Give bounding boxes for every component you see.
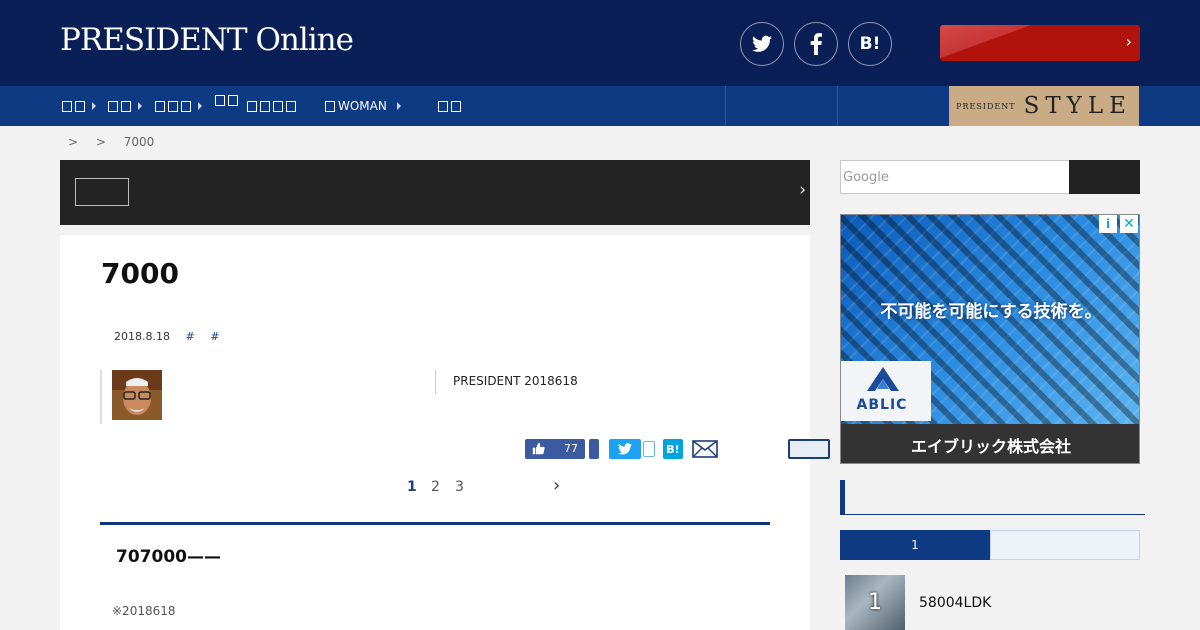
article-lead: 707000—— [116,547,221,567]
article-tag[interactable]: # [185,330,194,343]
twitter-icon [618,443,632,455]
nav-glyph [325,100,335,112]
chevron-right-icon: › [1125,32,1132,51]
chevron-right-icon[interactable]: › [799,180,806,200]
article-date: 2018.8.18 [114,330,170,343]
nav-glyph [181,100,191,112]
nav-glyph [215,94,225,106]
ad-close-icon[interactable]: ✕ [1120,215,1138,233]
ranking-tab-active[interactable]: 1 [840,530,990,560]
nav-glyph [451,100,461,112]
nav-glyph [155,100,165,112]
nav-item-5[interactable] [247,86,299,126]
nav-glyph [260,100,270,112]
nav-glyph [286,100,296,112]
nav-item-3[interactable] [155,86,202,126]
tweet-count-bubble [643,441,655,457]
nav-glyph [273,100,283,112]
hatena-bookmark-icon: B! [666,442,680,456]
nav-item-7[interactable] [438,86,464,126]
sidebar-ad[interactable]: 不可能を可能にする技術を。 ABLIC エイブリック株式会社 i ✕ [840,214,1140,464]
print-button[interactable] [788,439,830,459]
nav-glyph [438,100,448,112]
meta-divider [435,370,436,394]
caret-right-icon [92,102,96,110]
page-link[interactable]: 2 [431,479,440,495]
style-banner-small: PRESIDENT [956,101,1016,111]
article-meta: 2018.8.18 # # [114,330,219,343]
header-cta-button[interactable]: › [940,25,1140,61]
caret-right-icon [396,102,401,110]
author-avatar[interactable] [112,370,162,420]
ablic-logo-icon [867,367,899,391]
nav-glyph [168,100,178,112]
page-link[interactable]: 3 [455,479,464,495]
author-divider [100,370,102,424]
facebook-icon [810,33,822,55]
nav-glyph [108,100,118,112]
twitter-share-button[interactable] [609,439,641,459]
page-link-current[interactable]: 1 [407,479,417,495]
section-accent-bar [840,480,845,514]
hatena-bookmark-icon: B! [859,34,881,54]
nav-item-4[interactable] [215,80,241,120]
nav-divider [725,86,726,126]
mail-share-button[interactable] [692,440,718,462]
thumbs-up-icon [532,442,545,455]
nav-glyph [247,100,257,112]
hatena-share-button[interactable]: B! [663,439,683,459]
breadcrumb-current: 7000 [123,135,155,149]
nav-glyph [228,94,238,106]
breadcrumb-separator: > [95,135,106,149]
hatena-bookmark-button[interactable]: B! [848,22,892,66]
author-photo [112,370,162,420]
mail-icon [692,440,718,458]
ad-info-icon[interactable]: i [1099,215,1117,233]
nav-item-woman[interactable]: WOMAN [325,86,401,126]
site-logo[interactable]: PRESIDENT Online [60,22,354,58]
ranking-tab[interactable] [990,530,1140,560]
facebook-button[interactable] [794,22,838,66]
ad-footer: エイブリック株式会社 [841,424,1139,463]
article-note: ※2018618 [112,604,176,618]
nav-item-2[interactable] [108,86,142,126]
site-search [840,160,1070,194]
nav-glyph [121,100,131,112]
article-tag[interactable]: # [210,330,219,343]
twitter-icon [752,35,772,52]
nav-glyph [75,100,85,112]
ad-brand: ABLIC [856,397,908,413]
nav-item-1[interactable] [62,86,96,126]
article-divider [100,522,770,525]
search-button[interactable] [1069,160,1140,194]
article: 7000 2018.8.18 # # PRESIDENT 2018618 77 … [60,235,830,630]
search-input[interactable] [841,161,1070,193]
ad-logo-box: ABLIC [841,361,931,421]
ranking-thumbnail[interactable]: 1 [845,575,905,630]
facebook-like-button[interactable]: 77 [525,439,585,459]
article-source: PRESIDENT 2018618 [453,374,578,388]
next-page-icon[interactable]: › [553,475,560,496]
article-title: 7000 [101,257,179,290]
ad-headline: 不可能を可能にする技術を。 [880,302,1102,322]
series-bar[interactable]: › [60,160,810,225]
style-banner-title: STYLE [1023,93,1132,119]
series-button[interactable] [75,178,129,206]
sidebar-section-header [840,480,1145,515]
ranking-title[interactable]: 58004LDK [919,595,991,611]
caret-right-icon [198,102,202,110]
caret-right-icon [138,102,142,110]
like-count: 77 [564,442,578,455]
breadcrumb: > > 7000 [68,135,168,149]
twitter-button[interactable] [740,22,784,66]
facebook-share-button[interactable] [589,439,599,459]
nav-divider [837,86,838,126]
president-style-banner[interactable]: PRESIDENT STYLE [949,86,1139,126]
site-header: PRESIDENT Online B! › [0,0,1200,86]
breadcrumb-separator: > [68,135,79,149]
nav-glyph [62,100,72,112]
